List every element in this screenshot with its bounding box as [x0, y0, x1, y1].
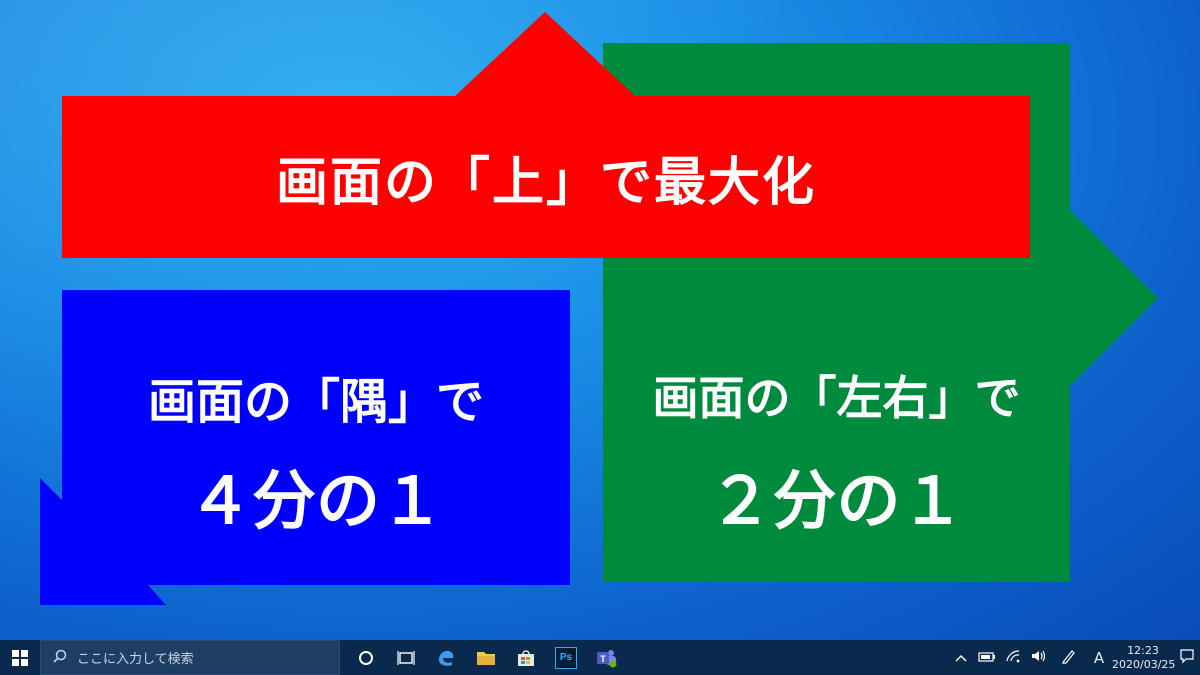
file-explorer-button[interactable] [466, 640, 506, 675]
cortana-icon [359, 650, 373, 665]
clock-time: 12:23 [1127, 643, 1159, 657]
file-explorer-icon [477, 651, 495, 665]
battery-icon [978, 651, 995, 662]
edge-icon [439, 650, 454, 666]
windows-logo-icon [12, 649, 28, 666]
maximize-top-label: 画面の「上」で最大化 [275, 153, 816, 213]
ime-indicator[interactable]: A [1086, 649, 1112, 667]
photoshop-icon: Ps [555, 646, 577, 669]
corner-label-line1: 画面の「隅」で [147, 374, 484, 430]
pen-button[interactable] [1052, 648, 1086, 667]
volume-button[interactable] [1026, 649, 1052, 666]
pen-icon [1062, 650, 1075, 664]
svg-text:T: T [600, 654, 606, 664]
task-view-button[interactable] [386, 640, 426, 675]
desktop: 画面の「上」で最大化 画面の「隅」で ４分の１ 画面の「左右」で ２分の１ [0, 0, 1200, 640]
teams-button[interactable]: T [586, 640, 626, 675]
battery-button[interactable] [974, 651, 1000, 665]
search-placeholder: ここに入力して検索 [77, 652, 194, 667]
corner-label-line2: ４分の１ [188, 465, 444, 539]
wifi-button[interactable] [1000, 649, 1026, 666]
start-button[interactable] [0, 640, 40, 675]
blue-arrow-corner [40, 290, 570, 605]
taskbar: ここに入力して検索 Ps T A 12:23 2020/03/25 [0, 640, 1200, 675]
search-box[interactable]: ここに入力して検索 [40, 640, 340, 675]
wifi-icon [1006, 650, 1020, 663]
store-button[interactable] [506, 640, 546, 675]
left-right-label-line2: ２分の１ [708, 465, 965, 539]
system-tray: A 12:23 2020/03/25 [948, 640, 1200, 675]
search-icon [53, 649, 67, 667]
edge-button[interactable] [426, 640, 466, 675]
volume-icon [1032, 650, 1046, 662]
store-icon [518, 649, 534, 666]
diagram [40, 12, 1158, 605]
task-view-icon [397, 650, 415, 665]
cortana-button[interactable] [346, 640, 386, 675]
clock-date: 2020/03/25 [1112, 657, 1176, 671]
action-center-button[interactable] [1174, 648, 1200, 667]
left-right-label-line1: 画面の「左右」で [652, 371, 1021, 425]
clock[interactable]: 12:23 2020/03/25 [1112, 643, 1176, 672]
photoshop-button[interactable]: Ps [546, 640, 586, 675]
teams-icon: T [597, 649, 617, 667]
notification-icon [1180, 649, 1194, 664]
show-hidden-icons-button[interactable] [948, 651, 974, 665]
chevron-up-icon [955, 654, 967, 661]
